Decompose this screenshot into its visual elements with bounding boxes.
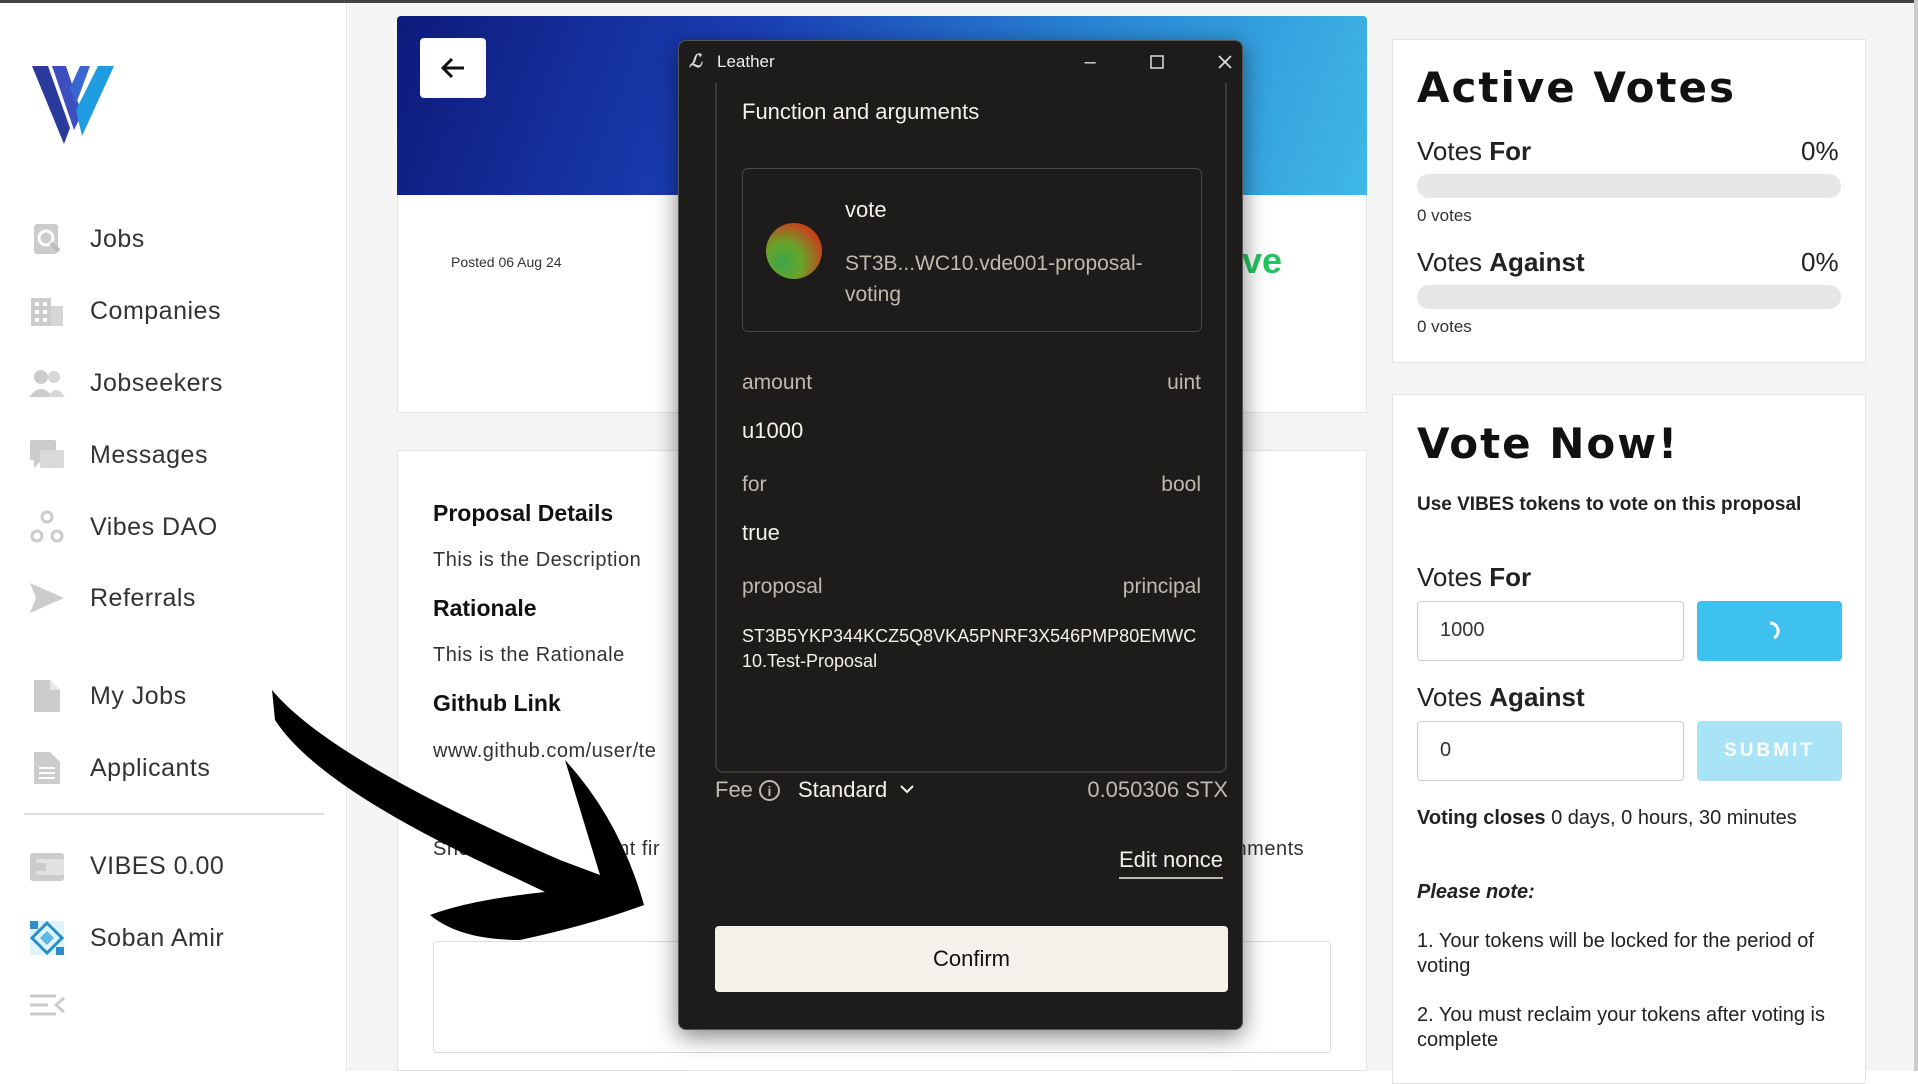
sidebar-item-jobs[interactable]: Jobs xyxy=(28,219,145,259)
sidebar-item-label: Jobseekers xyxy=(90,368,223,397)
voting-closes: Voting closes 0 days, 0 hours, 30 minute… xyxy=(1417,807,1797,829)
vote-now-title: Vote Now! xyxy=(1417,419,1680,468)
sidebar-item-label: Applicants xyxy=(90,753,211,782)
sidebar-item-messages[interactable]: Messages xyxy=(28,435,208,475)
votes-for-progress xyxy=(1417,174,1841,198)
vibes-logo[interactable] xyxy=(30,58,116,148)
proposal-description: This is the Description xyxy=(433,549,642,571)
leather-wallet-window: ℒ Leather – Function and arguments vote … xyxy=(678,40,1243,1030)
votes-against-percent: 0% xyxy=(1801,247,1839,277)
close-button[interactable] xyxy=(1207,47,1243,77)
votes-against-progress xyxy=(1417,285,1841,309)
leather-logo-icon: ℒ xyxy=(689,51,702,71)
show-comments-label: Show xyxy=(433,838,486,860)
back-button[interactable] xyxy=(420,38,486,98)
sidebar-item-label: Referrals xyxy=(90,583,196,612)
dao-icon xyxy=(28,508,66,546)
posted-date: Posted 06 Aug 24 xyxy=(451,254,562,270)
function-name: vote xyxy=(845,197,887,222)
votes-for-label: Votes For xyxy=(1417,136,1532,166)
sidebar-item-profile[interactable]: Soban Amir xyxy=(28,918,224,958)
vote-for-button[interactable] xyxy=(1697,601,1842,661)
sidebar-item-my-jobs[interactable]: My Jobs xyxy=(28,676,187,716)
function-section-title: Function and arguments xyxy=(742,99,980,124)
window-titlebar: ℒ Leather – xyxy=(679,41,1242,83)
arg-name: amount xyxy=(742,371,813,394)
github-heading: Github Link xyxy=(433,690,561,716)
sidebar-item-companies[interactable]: Companies xyxy=(28,291,221,331)
vote-against-label: Votes Against xyxy=(1417,682,1585,712)
sidebar-item-referrals[interactable]: Referrals xyxy=(28,578,196,618)
sidebar-item-jobseekers[interactable]: Jobseekers xyxy=(28,363,223,403)
votes-against-count: 0 votes xyxy=(1417,317,1472,336)
arrow-left-icon xyxy=(440,57,464,79)
votes-for-percent: 0% xyxy=(1801,136,1839,166)
contract-identifier: ST3B...WC10.vde001-proposal-voting xyxy=(845,252,1143,306)
document-icon xyxy=(28,677,66,715)
sidebar-item-label: VIBES 0.00 xyxy=(90,851,225,880)
fee-row: Fee i Standard 0.050306 STX xyxy=(715,774,1228,810)
sidebar-item-vibes-dao[interactable]: Vibes DAO xyxy=(28,507,218,547)
sidebar-item-label: Jobs xyxy=(90,224,145,253)
fee-amount: 0.050306 STX xyxy=(1087,777,1228,802)
send-icon xyxy=(28,579,66,617)
arg-name: for xyxy=(742,473,767,496)
info-icon[interactable]: i xyxy=(759,780,780,801)
sidebar-item-label: Companies xyxy=(90,296,221,325)
arg-type: uint xyxy=(1167,371,1201,394)
recent-first-label[interactable]: cent fir xyxy=(596,838,660,861)
minimize-button[interactable]: – xyxy=(1072,47,1108,77)
sidebar-item-wallet[interactable]: VIBES 0.00 xyxy=(28,846,224,886)
sidebar-item-label: Soban Amir xyxy=(90,923,225,952)
note-heading: Please note: xyxy=(1417,881,1535,903)
maximize-icon xyxy=(1150,55,1164,69)
github-link[interactable]: www.github.com/user/te xyxy=(433,740,656,763)
wallet-icon xyxy=(28,847,66,885)
chevron-down-icon[interactable] xyxy=(899,779,915,800)
submit-button[interactable]: SUBMIT xyxy=(1697,721,1842,781)
sidebar-item-applicants[interactable]: Applicants xyxy=(28,748,210,788)
search-icon xyxy=(28,220,66,258)
confirm-button[interactable]: Confirm xyxy=(715,926,1228,992)
votes-against-label: Votes Against xyxy=(1417,247,1585,277)
arg-value: ST3B5YKP344KCZ5Q8VKA5PNRF3X546PMP80EMWC1… xyxy=(742,626,1197,671)
arg-type: bool xyxy=(1161,473,1201,496)
proposal-details-heading: Proposal Details xyxy=(433,500,614,526)
fee-label: Fee xyxy=(715,777,753,802)
loading-spinner-icon xyxy=(1769,621,1780,640)
rationale-text: This is the Rationale xyxy=(433,644,625,666)
note-item-2: 2. You must reclaim your tokens after vo… xyxy=(1417,1004,1825,1051)
menu-collapse-icon xyxy=(28,986,66,1024)
page-scrollbar[interactable] xyxy=(1914,0,1918,1071)
note-item-1: 1. Your tokens will be locked for the pe… xyxy=(1417,930,1814,977)
window-title: Leather xyxy=(717,52,775,71)
sidebar-divider xyxy=(24,813,324,815)
active-votes-title: Active Votes xyxy=(1417,63,1736,112)
collapse-menu-button[interactable] xyxy=(28,985,66,1025)
edit-nonce-link[interactable]: Edit nonce xyxy=(1119,847,1223,879)
vote-for-label: Votes For xyxy=(1417,562,1532,592)
arg-name: proposal xyxy=(742,575,823,598)
close-icon xyxy=(1218,55,1232,69)
sidebar-item-label: Vibes DAO xyxy=(90,512,218,541)
avatar xyxy=(28,919,66,957)
document-lines-icon xyxy=(28,749,66,787)
votes-for-count: 0 votes xyxy=(1417,206,1472,225)
arg-type: principal xyxy=(1122,575,1201,598)
chat-icon xyxy=(28,436,66,474)
vote-for-input[interactable]: 1000 xyxy=(1417,601,1684,661)
arg-value: u1000 xyxy=(742,418,804,443)
maximize-button[interactable] xyxy=(1139,47,1175,77)
rationale-heading: Rationale xyxy=(433,595,537,621)
building-icon xyxy=(28,292,66,330)
sidebar-item-label: Messages xyxy=(90,440,208,469)
fee-type-select[interactable]: Standard xyxy=(798,777,887,803)
contract-avatar xyxy=(766,223,822,279)
vote-now-subtitle: Use VIBES tokens to vote on this proposa… xyxy=(1417,494,1802,515)
arg-value: true xyxy=(742,520,780,545)
sidebar-item-label: My Jobs xyxy=(90,681,187,710)
vote-against-input[interactable]: 0 xyxy=(1417,721,1684,781)
users-icon xyxy=(28,364,66,402)
